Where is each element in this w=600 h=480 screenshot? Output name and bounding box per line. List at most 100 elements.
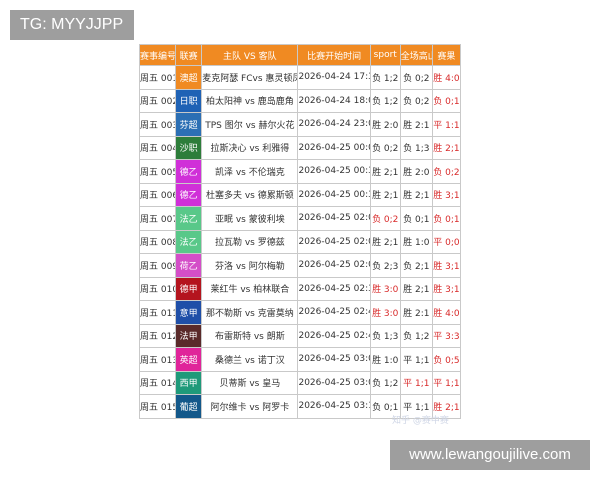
start-time-cell: 2026-04-25 02:00 — [297, 229, 371, 254]
teams-cell: 麦克阿瑟 FCvs 惠灵顿凤凰 — [201, 65, 299, 90]
league-badge: 英超 — [175, 347, 203, 372]
result-cell: 负 0;1 — [431, 206, 462, 231]
league-badge: 意甲 — [175, 300, 203, 325]
league-badge: 德甲 — [175, 276, 203, 301]
match-id-cell: 周五 007 — [138, 206, 177, 231]
full-time-cell: 胜 2:0 — [399, 159, 433, 184]
full-time-cell: 平 1;1 — [399, 370, 433, 395]
result-cell: 平 1;1 — [431, 370, 462, 395]
start-time-cell: 2026-04-25 03:15 — [297, 394, 371, 419]
brand-mark: 知乎 @赛中赛 — [392, 416, 449, 426]
watermark-top-left: TG: MYYJJPP — [10, 10, 134, 40]
start-time-cell: 2026-04-25 00:30 — [297, 182, 371, 207]
match-id-cell: 周五 010 — [138, 276, 177, 301]
teams-cell: 凯泽 vs 不伦瑞克 — [201, 159, 299, 184]
table-row: 周五 007法乙亚眠 vs 蒙彼利埃2026-04-25 02:00负 0;2负… — [138, 206, 462, 231]
match-id-cell: 周五 013 — [138, 347, 177, 372]
teams-cell: 贝蒂斯 vs 皇马 — [201, 370, 299, 395]
header-sport: sport — [369, 44, 401, 66]
sport-cell: 负 0;2 — [369, 206, 401, 231]
result-cell: 胜 3;1 — [431, 182, 462, 207]
table-row: 周五 008法乙拉瓦勒 vs 罗德兹2026-04-25 02:00胜 2;1胜… — [138, 229, 462, 254]
start-time-cell: 2026-04-25 00:00 — [297, 135, 371, 160]
result-cell: 平 1:1 — [431, 112, 462, 137]
start-time-cell: 2026-04-25 02:45 — [297, 300, 371, 325]
match-id-cell: 周五 001 — [138, 65, 177, 90]
header-start-time: 比赛开始时间 — [297, 44, 371, 66]
match-id-cell: 周五 011 — [138, 300, 177, 325]
match-table: 赛事编号 联赛 主队 VS 客队 比赛开始时间 sport 全场高山 赛果 周五… — [138, 44, 462, 419]
sport-cell: 胜 2;1 — [369, 229, 401, 254]
sport-cell: 负 1;2 — [369, 370, 401, 395]
table-row: 周五 004沙职拉斯决心 vs 利雅得2026-04-25 00:00负 0;2… — [138, 135, 462, 160]
sport-cell: 胜 3:0 — [369, 276, 401, 301]
match-id-cell: 周五 012 — [138, 323, 177, 348]
full-time-cell: 胜 2;1 — [399, 182, 433, 207]
league-badge: 德乙 — [175, 159, 203, 184]
result-cell: 胜 4:0 — [431, 300, 462, 325]
table-row: 周五 013英超桑德兰 vs 诺丁汉2026-04-25 03:00胜 1:0平… — [138, 347, 462, 372]
table-row: 周五 012法甲布雷斯特 vs 朗斯2026-04-25 02:45负 1;3负… — [138, 323, 462, 348]
league-badge: 澳超 — [175, 65, 203, 90]
full-time-cell: 负 0;1 — [399, 206, 433, 231]
table-row: 周五 002日职柏太阳神 vs 鹿岛鹿角2026-04-24 18:00负 1;… — [138, 88, 462, 113]
result-cell: 平 0;0 — [431, 229, 462, 254]
teams-cell: 杜塞多夫 vs 德累斯顿 — [201, 182, 299, 207]
sport-cell: 负 1;2 — [369, 88, 401, 113]
full-time-cell: 负 0;2 — [399, 88, 433, 113]
result-cell: 平 3:3 — [431, 323, 462, 348]
sport-cell: 胜 2;1 — [369, 159, 401, 184]
header-full-time: 全场高山 — [399, 44, 433, 66]
result-cell: 胜 3;1 — [431, 276, 462, 301]
full-time-cell: 胜 2:1 — [399, 112, 433, 137]
teams-cell: 桑德兰 vs 诺丁汉 — [201, 347, 299, 372]
match-id-cell: 周五 004 — [138, 135, 177, 160]
start-time-cell: 2026-04-24 17:35 — [297, 65, 371, 90]
match-id-cell: 周五 003 — [138, 112, 177, 137]
sport-cell: 胜 3:0 — [369, 300, 401, 325]
table-row: 周五 005德乙凯泽 vs 不伦瑞克2026-04-25 00:30胜 2;1胜… — [138, 159, 462, 184]
full-time-cell: 负 2;1 — [399, 253, 433, 278]
table-row: 周五 003芬超TPS 图尔 vs 赫尔火花2026-04-24 23:00胜 … — [138, 112, 462, 137]
teams-cell: TPS 图尔 vs 赫尔火花 — [201, 112, 299, 137]
league-badge: 日职 — [175, 88, 203, 113]
watermark-bottom-right: www.lewangoujilive.com — [390, 440, 590, 470]
full-time-cell: 负 1;2 — [399, 323, 433, 348]
teams-cell: 柏太阳神 vs 鹿岛鹿角 — [201, 88, 299, 113]
teams-cell: 布雷斯特 vs 朗斯 — [201, 323, 299, 348]
teams-cell: 亚眠 vs 蒙彼利埃 — [201, 206, 299, 231]
result-cell: 负 0;2 — [431, 159, 462, 184]
full-time-cell: 胜 2;1 — [399, 276, 433, 301]
full-time-cell: 胜 1:0 — [399, 229, 433, 254]
result-cell: 胜 2;1 — [431, 135, 462, 160]
league-badge: 法甲 — [175, 323, 203, 348]
teams-cell: 拉斯决心 vs 利雅得 — [201, 135, 299, 160]
sport-cell: 负 1;2 — [369, 65, 401, 90]
sport-cell: 胜 1:0 — [369, 347, 401, 372]
result-cell: 负 0;5 — [431, 347, 462, 372]
result-cell: 负 0;1 — [431, 88, 462, 113]
league-badge: 法乙 — [175, 229, 203, 254]
header-match-id: 赛事编号 — [138, 44, 177, 66]
match-id-cell: 周五 014 — [138, 370, 177, 395]
teams-cell: 阿尔维卡 vs 阿罗卡 — [201, 394, 299, 419]
full-time-cell: 负 1;3 — [399, 135, 433, 160]
teams-cell: 那不勒斯 vs 克雷莫纳 — [201, 300, 299, 325]
start-time-cell: 2026-04-24 23:00 — [297, 112, 371, 137]
table-row: 周五 010德甲莱红牛 vs 柏林联合2026-04-25 02:30胜 3:0… — [138, 276, 462, 301]
start-time-cell: 2026-04-24 18:00 — [297, 88, 371, 113]
league-badge: 芬超 — [175, 112, 203, 137]
full-time-cell: 平 1;1 — [399, 347, 433, 372]
sport-cell: 胜 2:0 — [369, 112, 401, 137]
sport-cell: 负 2;3 — [369, 253, 401, 278]
full-time-cell: 胜 2:1 — [399, 300, 433, 325]
teams-cell: 芬洛 vs 阿尔梅勒 — [201, 253, 299, 278]
teams-cell: 拉瓦勒 vs 罗德兹 — [201, 229, 299, 254]
table-row: 周五 006德乙杜塞多夫 vs 德累斯顿2026-04-25 00:30胜 2;… — [138, 182, 462, 207]
sport-cell: 胜 2;1 — [369, 182, 401, 207]
result-cell: 胜 3;1 — [431, 253, 462, 278]
league-badge: 德乙 — [175, 182, 203, 207]
table-row: 周五 009荷乙芬洛 vs 阿尔梅勒2026-04-25 02:00负 2;3负… — [138, 253, 462, 278]
start-time-cell: 2026-04-25 02:00 — [297, 206, 371, 231]
match-id-cell: 周五 008 — [138, 229, 177, 254]
